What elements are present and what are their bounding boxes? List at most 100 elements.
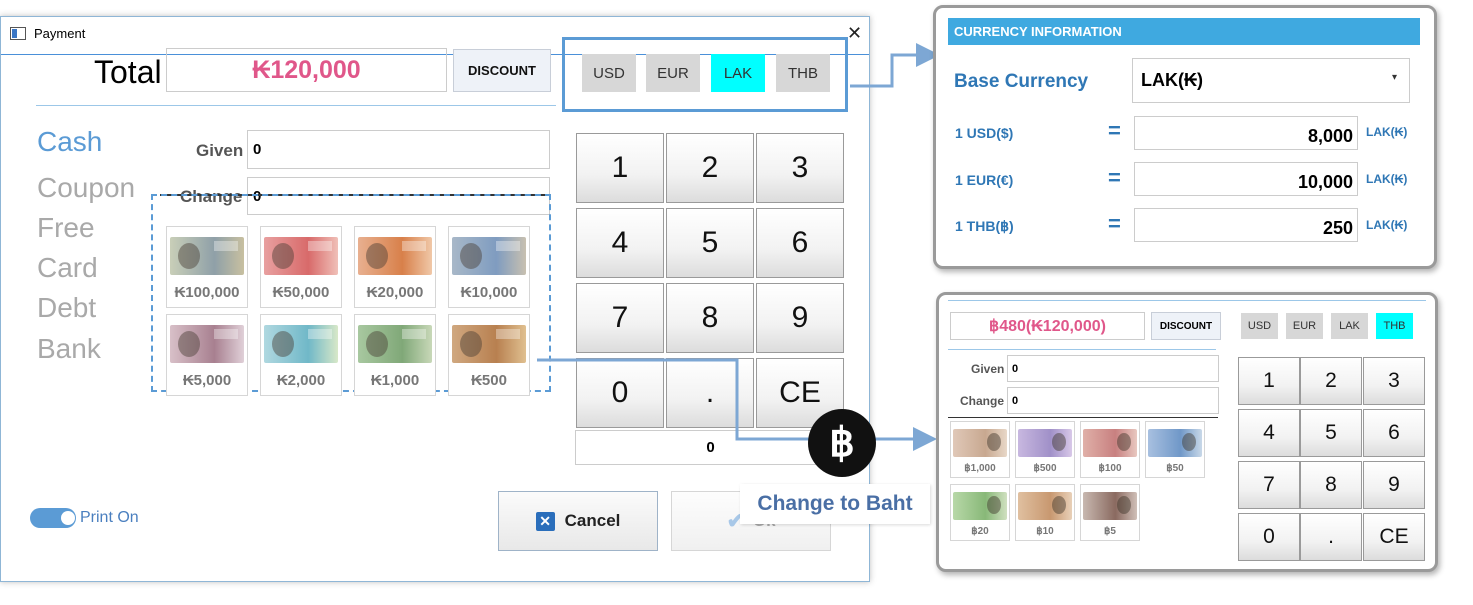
banknote-image	[170, 237, 244, 275]
preview-currency-thb[interactable]: THB	[1376, 313, 1413, 339]
print-toggle[interactable]	[30, 508, 76, 528]
currency-button-usd[interactable]: USD	[582, 54, 636, 92]
method-debt[interactable]: Debt	[37, 292, 96, 324]
method-bank[interactable]: Bank	[37, 333, 101, 365]
keypad-key-9[interactable]: 9	[756, 283, 844, 353]
keypad-key-8[interactable]: 8	[666, 283, 754, 353]
currency-button-lak[interactable]: LAK	[711, 54, 765, 92]
preview-keypad-key-6[interactable]: 6	[1363, 409, 1425, 457]
banknote-image	[264, 237, 338, 275]
preview-banknote-20[interactable]: ฿20	[950, 484, 1010, 541]
method-free[interactable]: Free	[37, 212, 95, 244]
preview-given-field[interactable]: 0	[1007, 355, 1219, 382]
preview-discount-button[interactable]: DISCOUNT	[1151, 312, 1221, 340]
preview-keypad-key-7[interactable]: 7	[1238, 461, 1300, 509]
banknote-label: ₭50,000	[272, 284, 330, 301]
divider	[36, 105, 556, 106]
preview-banknote-500[interactable]: ฿500	[1015, 421, 1075, 478]
banknote-image	[1148, 429, 1202, 457]
rate-field-usd[interactable]: 8,000	[1134, 116, 1358, 150]
divider	[948, 417, 1218, 418]
keypad-key-4[interactable]: 4	[576, 208, 664, 278]
keypad-key-5[interactable]: 5	[666, 208, 754, 278]
cancel-button[interactable]: ✕ Cancel	[498, 491, 658, 551]
equals-sign: =	[1108, 118, 1121, 143]
currency-button-eur[interactable]: EUR	[646, 54, 700, 92]
method-cash[interactable]: Cash	[37, 126, 102, 158]
banknote-20000[interactable]: ₭20,000	[354, 226, 436, 308]
banknote-5000[interactable]: ₭5,000	[166, 314, 248, 396]
keypad-key-6[interactable]: 6	[756, 208, 844, 278]
currency-button-thb[interactable]: THB	[776, 54, 830, 92]
preview-banknote-100[interactable]: ฿100	[1080, 421, 1140, 478]
preview-currency-eur[interactable]: EUR	[1286, 313, 1323, 339]
preview-banknote-10[interactable]: ฿10	[1015, 484, 1075, 541]
window-icon	[10, 27, 26, 40]
preview-currency-lak[interactable]: LAK	[1331, 313, 1368, 339]
preview-total-amount: ฿480(₭120,000)	[950, 312, 1145, 340]
discount-button[interactable]: DISCOUNT	[453, 49, 551, 92]
preview-keypad-key-0[interactable]: 0	[1238, 513, 1300, 561]
banknote-label: ฿50	[1166, 463, 1184, 474]
banknote-label: ₭2,000	[276, 372, 326, 389]
preview-banknote-5[interactable]: ฿5	[1080, 484, 1140, 541]
preview-keypad-key-dot[interactable]: .	[1300, 513, 1362, 561]
preview-currency-usd[interactable]: USD	[1241, 313, 1278, 339]
banknote-label: ₭500	[471, 372, 507, 389]
banknote-label: ฿10	[1036, 526, 1054, 537]
close-icon[interactable]: ✕	[847, 23, 862, 44]
keypad-key-7[interactable]: 7	[576, 283, 664, 353]
keypad-key-dot[interactable]: .	[666, 358, 754, 428]
preview-banknote-1000[interactable]: ฿1,000	[950, 421, 1010, 478]
keypad-key-0[interactable]: 0	[576, 358, 664, 428]
rate-unit: LAK(₭)	[1366, 125, 1408, 139]
banknote-image	[953, 492, 1007, 520]
base-currency-select[interactable]: LAK(₭)	[1132, 58, 1410, 103]
keypad-key-3[interactable]: 3	[756, 133, 844, 203]
banknote-image	[452, 325, 526, 363]
banknote-500[interactable]: ₭500	[448, 314, 530, 396]
preview-keypad-key-4[interactable]: 4	[1238, 409, 1300, 457]
banknote-label: ฿5	[1104, 526, 1116, 537]
change-to-baht-caption: Change to Baht	[740, 484, 930, 524]
banknote-image	[452, 237, 526, 275]
banknote-1000[interactable]: ₭1,000	[354, 314, 436, 396]
preview-keypad-key-9[interactable]: 9	[1363, 461, 1425, 509]
preview-keypad-key-8[interactable]: 8	[1300, 461, 1362, 509]
preview-change-label: Change	[960, 394, 1005, 408]
method-coupon[interactable]: Coupon	[37, 172, 135, 204]
window-title: Payment	[34, 26, 86, 41]
keypad-display: 0	[575, 430, 846, 465]
preview-keypad-key-3[interactable]: 3	[1363, 357, 1425, 405]
preview-change-field[interactable]: 0	[1007, 387, 1219, 414]
keypad-key-1[interactable]: 1	[576, 133, 664, 203]
rate-field-eur[interactable]: 10,000	[1134, 162, 1358, 196]
banknote-label: ฿500	[1033, 463, 1057, 474]
banknote-label: ₭5,000	[182, 372, 232, 389]
equals-sign: =	[1108, 211, 1121, 236]
dropdown-caret-icon[interactable]: ▾	[1392, 72, 1397, 83]
banknote-100000[interactable]: ₭100,000	[166, 226, 248, 308]
print-label: Print On	[80, 509, 139, 526]
banknote-50000[interactable]: ₭50,000	[260, 226, 342, 308]
keypad-key-2[interactable]: 2	[666, 133, 754, 203]
rate-field-thb[interactable]: 250	[1134, 208, 1358, 242]
method-card[interactable]: Card	[37, 252, 98, 284]
given-field[interactable]: 0	[247, 130, 550, 169]
preview-keypad-key-1[interactable]: 1	[1238, 357, 1300, 405]
preview-keypad-key-ce[interactable]: CE	[1363, 513, 1425, 561]
toggle-knob	[61, 511, 75, 525]
preview-keypad-key-2[interactable]: 2	[1300, 357, 1362, 405]
base-currency-label: Base Currency	[954, 71, 1089, 92]
banknote-label: ₭20,000	[366, 284, 424, 301]
preview-banknote-50[interactable]: ฿50	[1145, 421, 1205, 478]
preview-keypad-key-5[interactable]: 5	[1300, 409, 1362, 457]
rate-label-usd: 1 USD($)	[955, 125, 1014, 141]
divider	[948, 349, 1216, 350]
divider	[948, 300, 1426, 301]
banknote-2000[interactable]: ₭2,000	[260, 314, 342, 396]
banknote-image	[953, 429, 1007, 457]
banknote-label: ฿20	[971, 526, 989, 537]
banknote-10000[interactable]: ₭10,000	[448, 226, 530, 308]
banknote-label: ₭1,000	[370, 372, 420, 389]
